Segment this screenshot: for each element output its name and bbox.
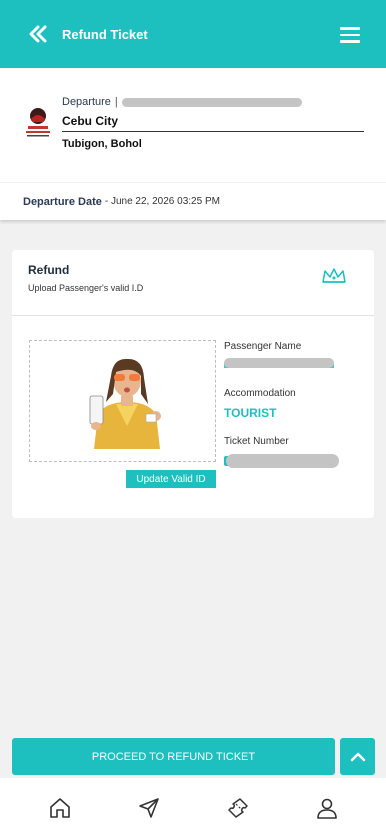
home-icon (49, 797, 70, 818)
user-icon (316, 798, 337, 819)
crown-icon (322, 268, 346, 283)
send-icon (138, 797, 159, 818)
departure-label: Departure (62, 96, 111, 108)
passenger-name-label: Passenger Name (224, 341, 302, 352)
ticket-number-label: Ticket Number (224, 436, 289, 447)
route-divider (62, 131, 364, 132)
ticket-icon (227, 797, 248, 818)
valid-id-photo (86, 354, 168, 449)
page-title: Refund Ticket (62, 27, 148, 42)
hamburger-icon-line (340, 40, 360, 43)
nav-home[interactable] (44, 792, 76, 824)
valid-id-upload-area[interactable] (29, 340, 216, 462)
bottom-navigation (0, 778, 386, 837)
refund-card: Refund Upload Passenger's valid I.D Upda… (12, 250, 374, 518)
menu-button[interactable] (340, 27, 360, 43)
accommodation-label: Accommodation (224, 388, 296, 399)
nav-tickets[interactable] (222, 792, 254, 824)
origin-port: Cebu City (62, 114, 119, 128)
departure-date-label: Departure Date (23, 195, 102, 208)
nav-send[interactable] (133, 792, 165, 824)
app-bar: Refund Ticket (0, 0, 386, 68)
double-chevron-left-icon (29, 25, 47, 43)
departure-date-bar: Departure Date - June 22, 2026 03:25 PM (0, 183, 386, 220)
nav-profile[interactable] (311, 792, 343, 824)
hamburger-icon (340, 27, 360, 30)
departure-row: Departure | (62, 96, 302, 108)
update-valid-id-button[interactable]: Update Valid ID (126, 470, 216, 488)
back-button[interactable] (27, 23, 49, 45)
departure-date-value: - June 22, 2026 03:25 PM (104, 196, 220, 207)
passenger-name-value (224, 358, 334, 368)
separator: | (114, 96, 118, 108)
destination-port: Tubigon, Bohol (62, 138, 142, 150)
proceed-to-refund-button[interactable]: PROCEED TO REFUND TICKET (12, 738, 335, 775)
shipping-lines-logo (26, 108, 50, 137)
redacted-vessel (121, 97, 302, 107)
refund-subtitle: Upload Passenger's valid I.D (28, 283, 144, 293)
chevron-up-icon (350, 752, 365, 761)
scroll-to-top-button[interactable] (340, 738, 375, 775)
accommodation-value: TOURIST (224, 406, 277, 420)
route-section: Departure | Cebu City Tubigon, Bohol (0, 68, 386, 182)
refund-title: Refund (28, 263, 70, 277)
refund-card-header: Refund Upload Passenger's valid I.D (12, 250, 374, 316)
hamburger-icon-line (340, 33, 360, 36)
ticket-number-value (224, 454, 339, 468)
